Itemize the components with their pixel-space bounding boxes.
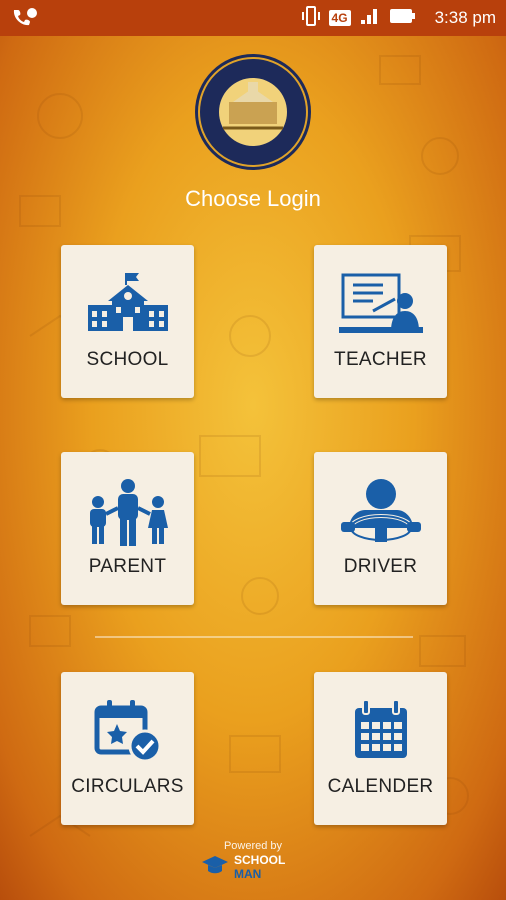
- signal-icon: [359, 6, 381, 31]
- teacher-login-card[interactable]: TEACHER: [314, 245, 447, 398]
- school-login-card[interactable]: SCHOOL: [61, 245, 194, 398]
- parent-login-card[interactable]: PARENT: [61, 452, 194, 605]
- divider: [95, 636, 413, 638]
- school-logo: [193, 52, 313, 172]
- calendar-star-check-icon: [61, 698, 194, 768]
- school-building-icon: [61, 271, 194, 341]
- calender-card[interactable]: CALENDER: [314, 672, 447, 825]
- network-type-badge: 4G: [328, 10, 351, 26]
- circulars-card[interactable]: CIRCULARS: [61, 672, 194, 825]
- driver-label: DRIVER: [343, 556, 418, 577]
- parent-label: PARENT: [88, 556, 167, 577]
- family-icon: [61, 478, 194, 548]
- teacher-board-icon: [314, 271, 447, 341]
- vibrate-icon: [301, 5, 321, 32]
- school-label: SCHOOL: [86, 349, 169, 370]
- phone-notification-icon: [12, 7, 38, 34]
- graduation-cap-icon: [200, 854, 230, 881]
- circulars-label: CIRCULARS: [71, 776, 184, 797]
- calendar-grid-icon: [314, 698, 447, 768]
- schoolman-brand: SCHOOL MAN: [200, 852, 310, 882]
- page-title: Choose Login: [185, 186, 321, 211]
- clock: 3:38 pm: [434, 8, 496, 27]
- driver-login-card[interactable]: DRIVER: [314, 452, 447, 605]
- steering-wheel-icon: [314, 478, 447, 548]
- brand-part1: SCHOOL: [234, 853, 286, 867]
- status-bar: 4G 3:38 pm: [0, 0, 506, 36]
- teacher-label: TEACHER: [334, 349, 427, 370]
- calender-label: CALENDER: [327, 776, 434, 797]
- powered-by-text: Powered by: [223, 840, 283, 852]
- brand-part2: MAN: [234, 867, 262, 881]
- battery-icon: [389, 7, 417, 30]
